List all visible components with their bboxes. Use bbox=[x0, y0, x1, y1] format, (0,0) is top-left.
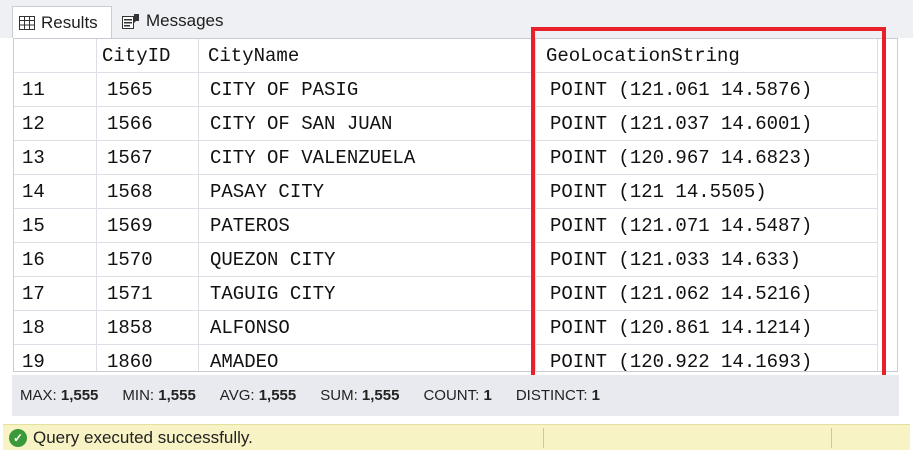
cell-cityid[interactable]: 1858 bbox=[97, 311, 199, 345]
table-row[interactable]: 17 1571 TAGUIG CITY POINT (121.062 14.52… bbox=[14, 277, 878, 311]
agg-count: COUNT: 1 bbox=[423, 387, 492, 404]
agg-avg: AVG: 1,555 bbox=[219, 387, 297, 404]
cell-cityid[interactable]: 1569 bbox=[97, 209, 199, 243]
results-grid[interactable]: CityID CityName GeoLocationString 11 156… bbox=[13, 38, 898, 372]
grid-header-row: CityID CityName GeoLocationString bbox=[14, 39, 878, 73]
cell-geolocation[interactable]: POINT (121.037 14.6001) bbox=[536, 107, 878, 141]
table-row[interactable]: 19 1860 AMADEO POINT (120.922 14.1693) bbox=[14, 345, 878, 371]
column-header-geolocationstring[interactable]: GeoLocationString bbox=[536, 39, 878, 73]
cell-cityid[interactable]: 1860 bbox=[97, 345, 199, 371]
table-row[interactable]: 13 1567 CITY OF VALENZUELA POINT (120.96… bbox=[14, 141, 878, 175]
check-icon: ✓ bbox=[9, 428, 27, 447]
row-number[interactable]: 11 bbox=[14, 73, 97, 107]
cell-cityid[interactable]: 1566 bbox=[97, 107, 199, 141]
cell-geolocation[interactable]: POINT (121.062 14.5216) bbox=[536, 277, 878, 311]
cell-geolocation[interactable]: POINT (121.033 14.633) bbox=[536, 243, 878, 277]
status-bar: ✓ Query executed successfully. bbox=[3, 424, 910, 450]
cell-cityname[interactable]: TAGUIG CITY bbox=[199, 277, 536, 311]
cell-cityid[interactable]: 1571 bbox=[97, 277, 199, 311]
table-row[interactable]: 16 1570 QUEZON CITY POINT (121.033 14.63… bbox=[14, 243, 878, 277]
column-header-cityid[interactable]: CityID bbox=[97, 39, 199, 73]
cell-cityid[interactable]: 1565 bbox=[97, 73, 199, 107]
table-row[interactable]: 12 1566 CITY OF SAN JUAN POINT (121.037 … bbox=[14, 107, 878, 141]
row-number[interactable]: 17 bbox=[14, 277, 97, 311]
tab-results-label: Results bbox=[41, 12, 98, 32]
tab-results[interactable]: Results bbox=[12, 6, 112, 38]
cell-geolocation[interactable]: POINT (121.061 14.5876) bbox=[536, 73, 878, 107]
cell-geolocation[interactable]: POINT (121 14.5505) bbox=[536, 175, 878, 209]
cell-cityname[interactable]: ALFONSO bbox=[199, 311, 536, 345]
grid-icon bbox=[19, 15, 35, 30]
cell-geolocation[interactable]: POINT (120.967 14.6823) bbox=[536, 141, 878, 175]
row-number[interactable]: 14 bbox=[14, 175, 97, 209]
table-row[interactable]: 18 1858 ALFONSO POINT (120.861 14.1214) bbox=[14, 311, 878, 345]
cell-cityname[interactable]: CITY OF SAN JUAN bbox=[199, 107, 536, 141]
tab-messages-label: Messages bbox=[146, 10, 224, 30]
row-number[interactable]: 15 bbox=[14, 209, 97, 243]
row-number[interactable]: 12 bbox=[14, 107, 97, 141]
table-row[interactable]: 11 1565 CITY OF PASIG POINT (121.061 14.… bbox=[14, 73, 878, 107]
cell-cityname[interactable]: AMADEO bbox=[199, 345, 536, 371]
table-row[interactable]: 15 1569 PATEROS POINT (121.071 14.5487) bbox=[14, 209, 878, 243]
agg-max: MAX: 1,555 bbox=[20, 387, 99, 404]
cell-cityname[interactable]: PASAY CITY bbox=[199, 175, 536, 209]
table-row[interactable]: 14 1568 PASAY CITY POINT (121 14.5505) bbox=[14, 175, 878, 209]
cell-cityname[interactable]: CITY OF PASIG bbox=[199, 73, 536, 107]
cell-geolocation[interactable]: POINT (121.071 14.5487) bbox=[536, 209, 878, 243]
agg-distinct: DISTINCT: 1 bbox=[515, 387, 601, 404]
cell-cityid[interactable]: 1570 bbox=[97, 243, 199, 277]
agg-min: MIN: 1,555 bbox=[122, 387, 196, 404]
tab-messages[interactable]: Messages bbox=[116, 7, 236, 34]
status-divider bbox=[831, 428, 832, 448]
row-number[interactable]: 18 bbox=[14, 311, 97, 345]
aggregate-bar: MAX: 1,555 MIN: 1,555 AVG: 1,555 SUM: 1,… bbox=[12, 375, 899, 416]
cell-geolocation[interactable]: POINT (120.922 14.1693) bbox=[536, 345, 878, 371]
column-header-rownum[interactable] bbox=[14, 39, 97, 73]
messages-icon bbox=[122, 13, 140, 29]
cell-cityname[interactable]: PATEROS bbox=[199, 209, 536, 243]
cell-cityname[interactable]: CITY OF VALENZUELA bbox=[199, 141, 536, 175]
cell-cityname[interactable]: QUEZON CITY bbox=[199, 243, 536, 277]
results-tab-strip: Results Messages bbox=[0, 0, 913, 38]
cell-cityid[interactable]: 1567 bbox=[97, 141, 199, 175]
row-number[interactable]: 16 bbox=[14, 243, 97, 277]
status-divider bbox=[543, 428, 544, 448]
status-message: Query executed successfully. bbox=[33, 427, 253, 447]
row-number[interactable]: 19 bbox=[14, 345, 97, 371]
column-header-cityname[interactable]: CityName bbox=[199, 39, 536, 73]
cell-geolocation[interactable]: POINT (120.861 14.1214) bbox=[536, 311, 878, 345]
cell-cityid[interactable]: 1568 bbox=[97, 175, 199, 209]
row-number[interactable]: 13 bbox=[14, 141, 97, 175]
agg-sum: SUM: 1,555 bbox=[320, 387, 400, 404]
